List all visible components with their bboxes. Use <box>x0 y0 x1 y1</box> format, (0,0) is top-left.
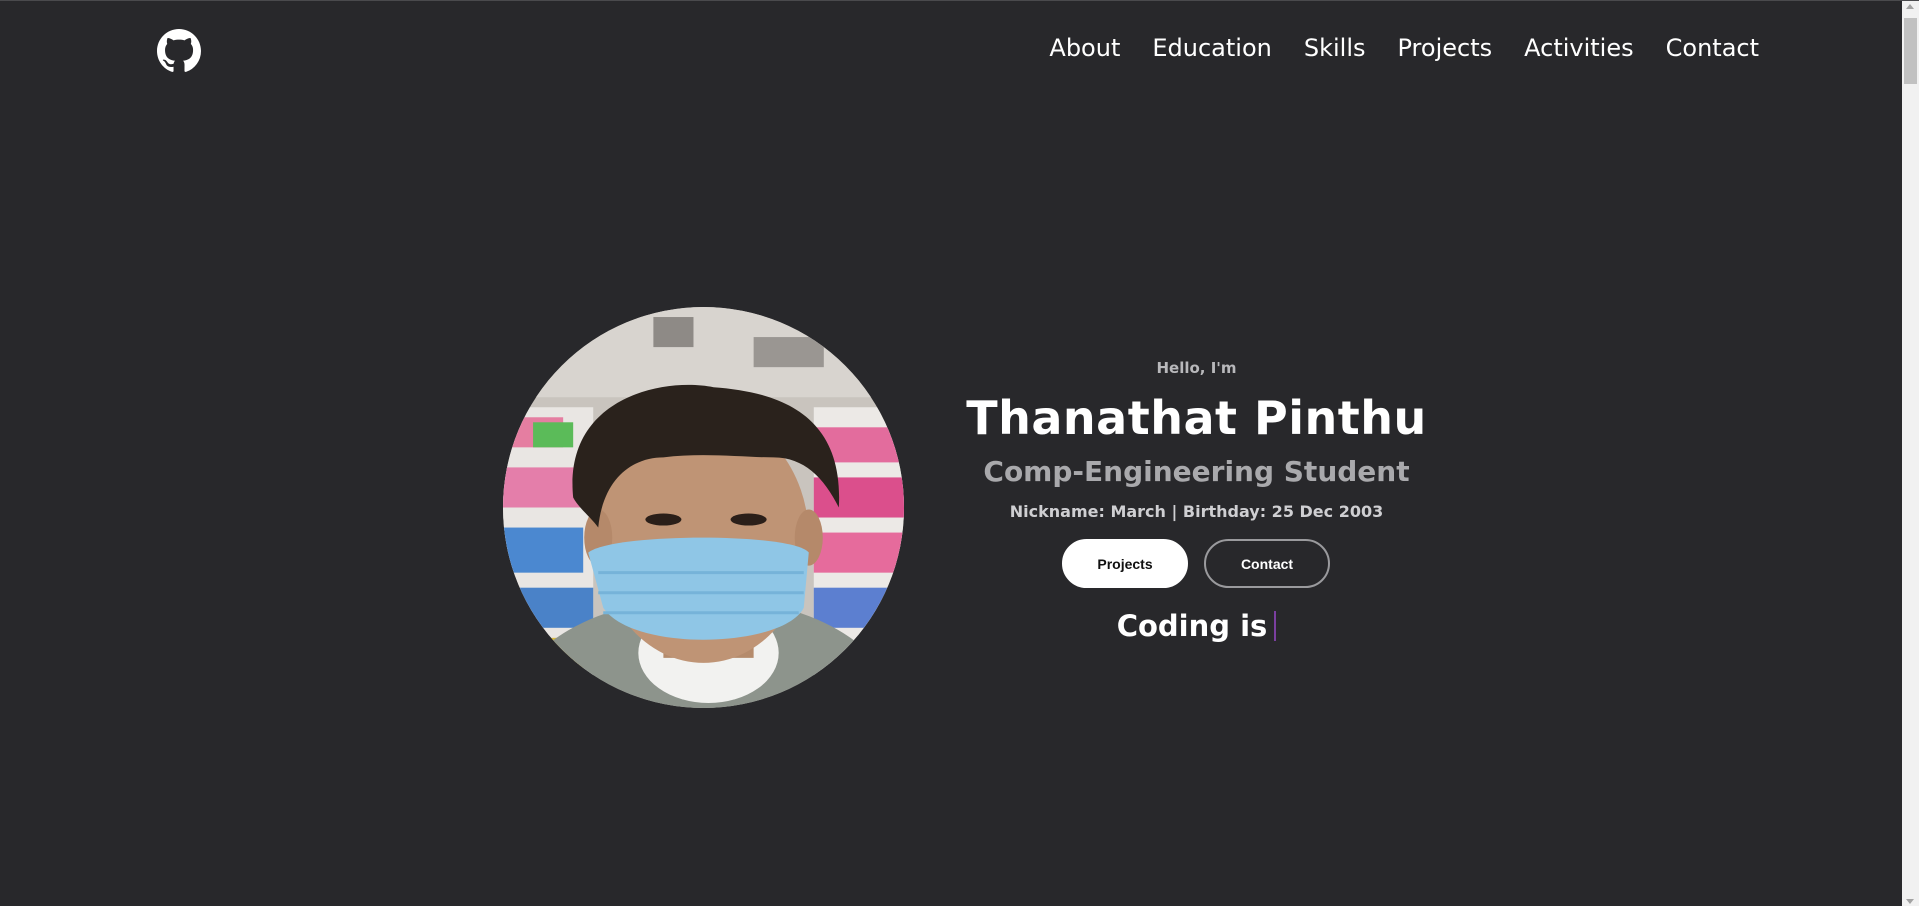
nav-education[interactable]: Education <box>1152 34 1271 62</box>
typing-line: Coding is <box>940 606 1453 646</box>
main-nav: About Education Skills Projects Activiti… <box>1049 34 1759 62</box>
contact-button[interactable]: Contact <box>1204 539 1330 588</box>
github-icon[interactable] <box>157 29 201 73</box>
scroll-down-arrow-icon[interactable] <box>1906 899 1914 904</box>
nav-contact[interactable]: Contact <box>1666 34 1759 62</box>
scroll-thumb[interactable] <box>1904 18 1917 84</box>
hero-intro: Hello, I'm Thanathat Pinthu Comp-Enginee… <box>940 356 1453 646</box>
projects-button[interactable]: Projects <box>1062 539 1188 588</box>
nav-projects[interactable]: Projects <box>1398 34 1493 62</box>
typing-text: Coding is <box>1116 609 1268 643</box>
nav-skills[interactable]: Skills <box>1304 34 1366 62</box>
hero-name: Thanathat Pinthu <box>966 391 1427 445</box>
greeting-text: Hello, I'm <box>1156 359 1237 377</box>
scroll-up-arrow-icon[interactable] <box>1906 4 1914 9</box>
nav-about[interactable]: About <box>1049 34 1120 62</box>
typing-cursor <box>1274 611 1277 641</box>
nav-activities[interactable]: Activities <box>1524 34 1634 62</box>
hero-buttons: Projects Contact <box>939 539 1453 588</box>
profile-photo <box>503 307 904 708</box>
portfolio-page: About Education Skills Projects Activiti… <box>0 0 1919 906</box>
hero-role: Comp-Engineering Student <box>983 455 1410 488</box>
page-scrollbar[interactable] <box>1902 1 1919 906</box>
hero-details: Nickname: March | Birthday: 25 Dec 2003 <box>1009 502 1384 521</box>
